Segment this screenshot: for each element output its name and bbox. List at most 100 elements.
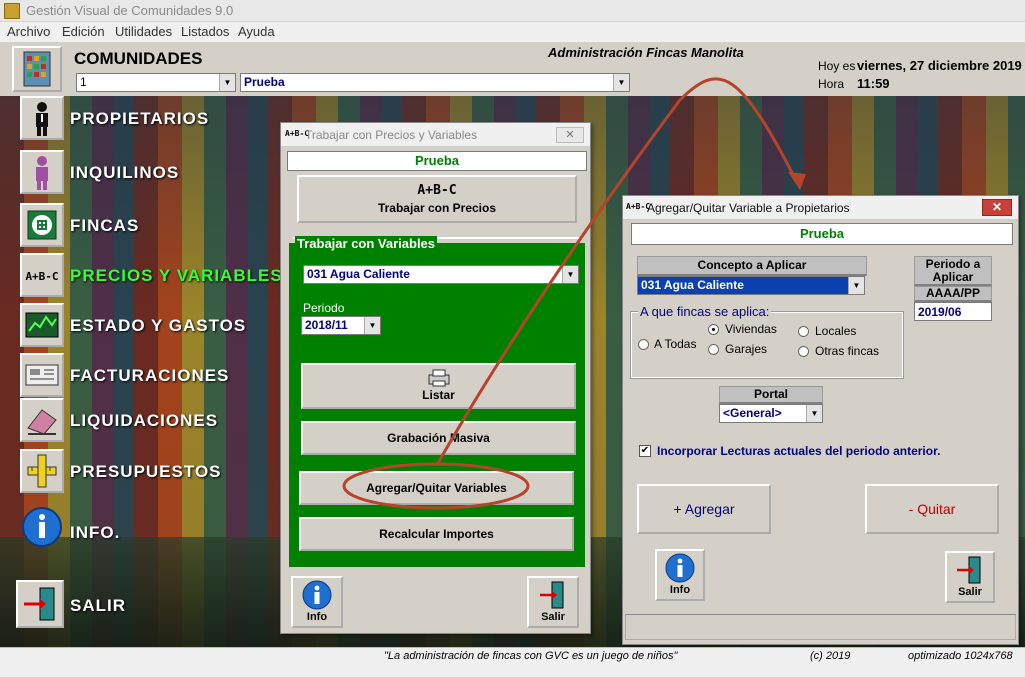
building-icon	[27, 210, 57, 240]
nav-fincas-button[interactable]	[20, 203, 64, 247]
nav-propietarios-button[interactable]	[20, 96, 64, 140]
garajes-radio[interactable]	[708, 344, 719, 355]
concepto-label: Concepto a Aplicar	[637, 256, 867, 276]
salir-button[interactable]: Salir	[527, 576, 579, 628]
nav-salir-button[interactable]	[16, 580, 64, 628]
info-button[interactable]: Info	[655, 549, 705, 601]
communities-icon[interactable]	[12, 46, 62, 92]
window-title: Trabajar con Precios y Variables	[305, 128, 478, 142]
trabajar-precios-button[interactable]: A+B-C Trabajar con Precios	[297, 175, 577, 223]
nav-presupuestos-label[interactable]: PRESUPUESTOS	[70, 462, 222, 482]
exit-icon	[540, 581, 564, 609]
community-name-field: Prueba	[287, 151, 587, 171]
listar-label: Listar	[422, 388, 455, 402]
menu-ayuda[interactable]: Ayuda	[238, 24, 275, 39]
date-value: viernes, 27 diciembre 2019	[857, 58, 1022, 73]
periodo-input[interactable]: 2019/06	[914, 302, 992, 321]
menu-archivo[interactable]: Archivo	[7, 24, 50, 39]
nav-inquilinos-button[interactable]	[20, 150, 64, 194]
salir-label: Salir	[958, 586, 982, 598]
agregar-quitar-variables-button[interactable]: Agregar/Quitar Variables	[299, 471, 574, 505]
nav-fincas-label[interactable]: FINCAS	[70, 216, 139, 236]
community-name-select[interactable]: Prueba ▼	[240, 73, 630, 92]
otras-fincas-label[interactable]: Otras fincas	[815, 344, 879, 358]
periodo-value: 2018/11	[305, 318, 348, 332]
chevron-down-icon[interactable]: ▼	[806, 405, 822, 422]
nav-facturaciones-button[interactable]	[20, 353, 64, 397]
nav-presupuestos-button[interactable]	[20, 449, 64, 493]
info-label: Info	[669, 584, 691, 596]
community-number-value: 1	[80, 75, 87, 89]
menu-utilidades[interactable]: Utilidades	[115, 24, 172, 39]
locales-radio[interactable]	[798, 326, 809, 337]
community-name-field: Prueba	[631, 223, 1013, 245]
nav-info-button[interactable]	[20, 505, 64, 549]
variable-value: 031 Agua Caliente	[307, 267, 410, 281]
chevron-down-icon[interactable]: ▼	[219, 74, 235, 91]
concepto-select[interactable]: 031 Agua Caliente ▼	[637, 276, 865, 295]
grabacion-masiva-button[interactable]: Grabación Masiva	[301, 421, 576, 455]
ruler-icon	[27, 454, 57, 488]
chevron-down-icon[interactable]: ▼	[848, 277, 864, 294]
periodo-select[interactable]: 2018/11 ▼	[301, 316, 381, 335]
info-icon	[302, 580, 332, 610]
recalcular-importes-button[interactable]: Recalcular Importes	[299, 517, 574, 551]
locales-label[interactable]: Locales	[815, 324, 856, 338]
time-value: 11:59	[857, 76, 890, 91]
chevron-down-icon[interactable]: ▼	[364, 317, 380, 334]
variables-group-title: Trabajar con Variables	[295, 236, 438, 251]
nav-precios-label[interactable]: PRECIOS Y VARIABLES	[70, 266, 283, 286]
chart-icon	[25, 312, 59, 338]
nav-salir-label[interactable]: SALIR	[70, 596, 126, 616]
nav-inquilinos-label[interactable]: INQUILINOS	[70, 163, 179, 183]
periodo-aplicar-label: Periodo a Aplicar	[914, 256, 992, 286]
otras-fincas-radio[interactable]	[798, 346, 809, 357]
portal-select[interactable]: <General> ▼	[719, 404, 823, 423]
nav-precios-button[interactable]: A+B-C	[20, 253, 64, 297]
listar-button[interactable]: Listar	[301, 363, 576, 409]
todas-radio[interactable]	[638, 339, 649, 350]
viviendas-label[interactable]: Viviendas	[725, 322, 777, 336]
todas-label[interactable]: A Todas	[654, 337, 696, 351]
nav-liquidaciones-label[interactable]: LIQUIDACIONES	[70, 411, 218, 431]
window-titlebar: A+B-C Agregar/Quitar Variable a Propieta…	[623, 196, 1018, 220]
salir-label: Salir	[541, 611, 565, 623]
menu-listados[interactable]: Listados	[181, 24, 229, 39]
portal-value: <General>	[723, 406, 782, 420]
nav-estado-button[interactable]	[20, 303, 64, 347]
nav-info-label[interactable]: INFO.	[70, 523, 120, 543]
garajes-label[interactable]: Garajes	[725, 342, 767, 356]
close-icon[interactable]: ✕	[982, 199, 1012, 216]
nav-liquidaciones-button[interactable]	[20, 398, 64, 442]
menu-bar: Archivo Edición Utilidades Listados Ayud…	[0, 22, 1025, 42]
close-icon[interactable]: ✕	[556, 127, 584, 143]
periodo-label: Periodo	[303, 301, 345, 315]
chevron-down-icon[interactable]: ▼	[613, 74, 629, 91]
info-button[interactable]: Info	[291, 576, 343, 628]
agregar-button[interactable]: + Agregar	[637, 484, 771, 534]
lecturas-label[interactable]: Incorporar Lecturas actuales del periodo…	[657, 444, 940, 458]
salir-button[interactable]: Salir	[945, 551, 995, 603]
nav-estado-label[interactable]: ESTADO Y GASTOS	[70, 316, 246, 336]
window-status-strip	[625, 614, 1016, 640]
info-icon	[22, 507, 62, 547]
quitar-button[interactable]: - Quitar	[865, 484, 999, 534]
app-title: Gestión Visual de Comunidades 9.0	[26, 3, 234, 18]
variable-select[interactable]: 031 Agua Caliente ▼	[303, 265, 579, 284]
nav-facturaciones-label[interactable]: FACTURACIONES	[70, 366, 229, 386]
fincas-group: A que fincas se aplica: A Todas Vivienda…	[630, 304, 904, 379]
lecturas-checkbox[interactable]: ✔	[639, 445, 651, 457]
optimized-note: optimizado 1024x768	[908, 650, 1013, 662]
viviendas-radio[interactable]	[708, 324, 719, 335]
variables-group: Trabajar con Variables 031 Agua Caliente…	[287, 236, 587, 569]
community-number-select[interactable]: 1 ▼	[76, 73, 236, 92]
trabajar-precios-label: Trabajar con Precios	[377, 201, 497, 215]
nav-propietarios-label[interactable]: PROPIETARIOS	[70, 109, 209, 129]
menu-edicion[interactable]: Edición	[62, 24, 105, 39]
chevron-down-icon[interactable]: ▼	[562, 266, 578, 283]
slogan: "La administración de fincas con GVC es …	[384, 650, 678, 662]
status-bar: "La administración de fincas con GVC es …	[0, 647, 1025, 677]
svg-text:A+B-C: A+B-C	[25, 270, 58, 283]
invoice-icon	[25, 364, 59, 386]
company-name: Administración Fincas Manolita	[548, 45, 744, 60]
